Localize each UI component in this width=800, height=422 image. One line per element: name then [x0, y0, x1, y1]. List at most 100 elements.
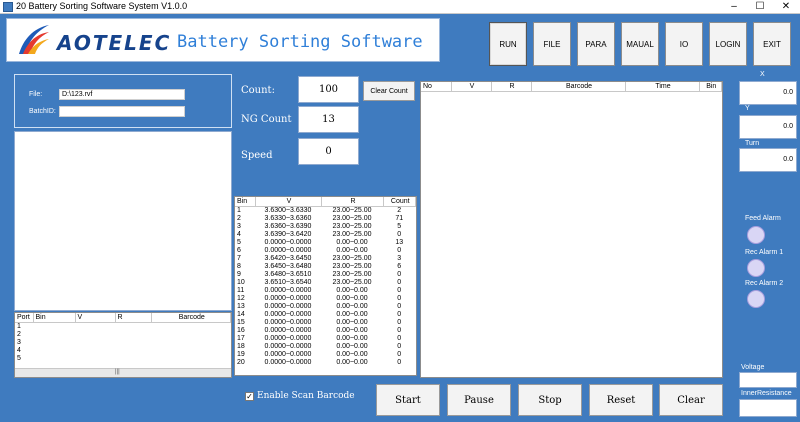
bin-number-cell: 4 [237, 230, 241, 238]
r-col-header[interactable]: R [491, 82, 532, 92]
port-col-header[interactable]: Port [15, 313, 34, 323]
voltage-range-cell: 0.0000~0.0000 [264, 318, 312, 326]
para-button[interactable]: PARA [577, 22, 615, 66]
table-row[interactable]: 14 0.0000~0.0000 0.00~0.00 0 [235, 311, 416, 319]
table-row[interactable]: 16 0.0000~0.0000 0.00~0.00 0 [235, 327, 416, 335]
table-row[interactable]: 10 3.6510~3.6540 23.00~25.00 0 [235, 279, 416, 287]
enable-scan-barcode-toggle[interactable]: ✓ Enable Scan Barcode [245, 391, 355, 401]
port-cell: 2 [17, 330, 21, 338]
batch-id-field[interactable] [59, 106, 185, 117]
time-col-header[interactable]: Time [625, 82, 700, 92]
voltage-range-col-header[interactable]: V [255, 197, 322, 207]
file-path-field[interactable]: D:\123.rvf [59, 89, 185, 100]
bin-number-cell: 3 [237, 222, 241, 230]
table-row[interactable]: 1 [15, 322, 231, 331]
logo-text: AOTELEC [57, 31, 172, 55]
y-axis-label: Y [745, 105, 750, 112]
stop-button[interactable]: Stop [518, 384, 582, 416]
count-cell: 3 [397, 254, 402, 262]
bin-number-cell: 6 [237, 246, 241, 254]
bin-col-header[interactable]: Bin [699, 82, 722, 92]
speed-value: 0 [298, 138, 359, 165]
aotelec-logo-icon [19, 25, 49, 54]
count-col-header[interactable]: Count [383, 197, 416, 207]
bin-number-cell: 7 [237, 254, 241, 262]
table-row[interactable]: 3 3.6360~3.6390 23.00~25.00 5 [235, 223, 416, 231]
resistance-range-cell: 0.00~0.00 [336, 326, 368, 334]
turn-axis-label: Turn [745, 140, 760, 147]
voltage-range-cell: 0.0000~0.0000 [264, 358, 312, 366]
table-row[interactable]: 4 [15, 347, 231, 355]
table-row[interactable]: 2 [15, 331, 231, 339]
manual-button[interactable]: MAUAL [621, 22, 659, 66]
table-row[interactable]: 11 0.0000~0.0000 0.00~0.00 0 [235, 287, 416, 295]
v-col-header[interactable]: V [75, 313, 116, 323]
count-cell: 6 [397, 262, 402, 270]
table-row[interactable]: 1 3.6300~3.6330 23.00~25.00 2 [235, 206, 416, 215]
count-cell: 5 [397, 222, 402, 230]
table-row[interactable]: 5 0.0000~0.0000 0.00~0.00 13 [235, 239, 416, 247]
io-button[interactable]: IO [665, 22, 703, 66]
resistance-range-cell: 0.00~0.00 [336, 286, 368, 294]
no-col-header[interactable]: No [421, 82, 452, 92]
resistance-range-cell: 0.00~0.00 [336, 238, 368, 246]
voltage-label: Voltage [741, 364, 765, 371]
bin-col-header[interactable]: Bin [235, 197, 256, 207]
count-cell: 0 [397, 230, 402, 238]
table-row[interactable]: 6 0.0000~0.0000 0.00~0.00 0 [235, 247, 416, 255]
table-row[interactable]: 19 0.0000~0.0000 0.00~0.00 0 [235, 351, 416, 359]
table-row[interactable]: 12 0.0000~0.0000 0.00~0.00 0 [235, 295, 416, 303]
table-row[interactable]: 9 3.6480~3.6510 23.00~25.00 0 [235, 271, 416, 279]
bin-number-cell: 5 [237, 238, 241, 246]
table-row[interactable]: 17 0.0000~0.0000 0.00~0.00 0 [235, 335, 416, 343]
resistance-range-cell: 23.00~25.00 [332, 278, 372, 286]
barcode-col-header[interactable]: Barcode [151, 313, 231, 323]
resistance-range-col-header[interactable]: R [321, 197, 384, 207]
maximize-button[interactable]: ☐ [748, 0, 772, 14]
v-col-header[interactable]: V [451, 82, 492, 92]
count-cell: 0 [397, 326, 402, 334]
reset-button[interactable]: Reset [589, 384, 653, 416]
port-cell: 5 [17, 354, 21, 362]
table-row[interactable]: 5 [15, 355, 231, 363]
start-button[interactable]: Start [376, 384, 440, 416]
count-cell: 0 [397, 334, 402, 342]
port-table[interactable]: Port Bin V R Barcode 1 2 3 4 5 ||| [14, 312, 232, 378]
table-row[interactable]: 2 3.6330~3.6360 23.00~25.00 71 [235, 215, 416, 223]
bin-table[interactable]: Bin V R Count 1 3.6300~3.6330 23.00~25.00 2… [234, 196, 417, 376]
close-button[interactable]: ✕ [774, 0, 798, 14]
brand-header: AOTELEC Battery Sorting Software [6, 18, 440, 62]
minimize-button[interactable]: – [722, 0, 746, 14]
run-button[interactable]: RUN [489, 22, 527, 66]
exit-button[interactable]: EXIT [753, 22, 791, 66]
clear-count-button[interactable]: Clear Count [363, 81, 415, 101]
feed-alarm-label: Feed Alarm [745, 215, 781, 222]
count-cell: 0 [397, 310, 402, 318]
login-button[interactable]: LOGIN [709, 22, 747, 66]
count-cell: 2 [397, 206, 402, 214]
table-row[interactable]: 8 3.6450~3.6480 23.00~25.00 6 [235, 263, 416, 271]
horizontal-scrollbar[interactable]: ||| [15, 368, 231, 377]
bin-col-header[interactable]: Bin [33, 313, 76, 323]
checkbox-checked-icon[interactable]: ✓ [245, 391, 254, 401]
r-col-header[interactable]: R [115, 313, 152, 323]
resistance-range-cell: 23.00~25.00 [332, 206, 372, 214]
resistance-range-cell: 0.00~0.00 [336, 302, 368, 310]
table-row[interactable]: 15 0.0000~0.0000 0.00~0.00 0 [235, 319, 416, 327]
resistance-range-cell: 23.00~25.00 [332, 230, 372, 238]
pause-button[interactable]: Pause [447, 384, 511, 416]
voltage-range-cell: 0.0000~0.0000 [264, 310, 312, 318]
voltage-range-cell: 3.6480~3.6510 [264, 270, 312, 278]
table-row[interactable]: 4 3.6390~3.6420 23.00~25.00 0 [235, 231, 416, 239]
feed-alarm-indicator-icon [747, 226, 765, 244]
table-row[interactable]: 7 3.6420~3.6450 23.00~25.00 3 [235, 255, 416, 263]
table-row[interactable]: 20 0.0000~0.0000 0.00~0.00 0 [235, 359, 416, 367]
file-button[interactable]: FILE [533, 22, 571, 66]
record-table[interactable]: No V R Barcode Time Bin [420, 81, 723, 378]
table-row[interactable]: 3 [15, 339, 231, 347]
table-row[interactable]: 18 0.0000~0.0000 0.00~0.00 0 [235, 343, 416, 351]
barcode-col-header[interactable]: Barcode [531, 82, 626, 92]
clear-button[interactable]: Clear [659, 384, 723, 416]
resistance-range-cell: 23.00~25.00 [332, 270, 372, 278]
table-row[interactable]: 13 0.0000~0.0000 0.00~0.00 0 [235, 303, 416, 311]
